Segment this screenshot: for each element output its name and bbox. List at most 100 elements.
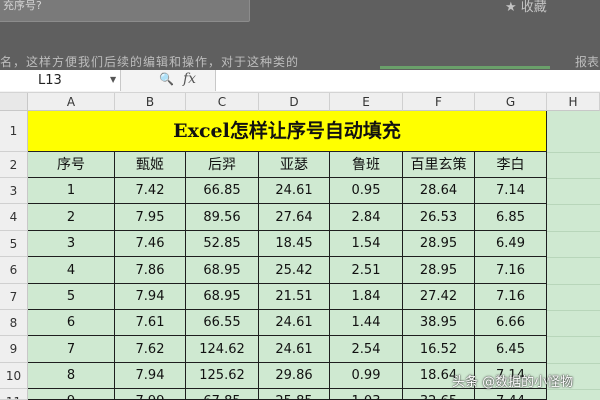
header-cell-libai[interactable]: 李白	[475, 152, 547, 178]
cell-yase[interactable]: 21.51	[259, 284, 330, 310]
favorite-link[interactable]: ★ 收藏	[505, 0, 547, 15]
row-header-8[interactable]: 8	[0, 310, 28, 336]
cell-zhenji[interactable]: 7.62	[115, 336, 186, 363]
row-header-7[interactable]: 7	[0, 284, 28, 310]
cell-baili[interactable]: 38.95	[403, 310, 475, 336]
gridline	[547, 204, 600, 205]
cell-luban[interactable]: 0.95	[330, 178, 403, 204]
cell-houyi[interactable]: 89.56	[186, 204, 259, 231]
sheet-title-cell[interactable]: Excel怎样让序号自动填充	[28, 111, 547, 152]
row-header-11[interactable]: 11	[0, 389, 28, 400]
row-header-10[interactable]: 10	[0, 363, 28, 389]
column-header-a[interactable]: A	[28, 93, 115, 111]
cell-luban[interactable]: 2.51	[330, 257, 403, 284]
cell-zhenji[interactable]: 7.61	[115, 310, 186, 336]
cell-baili[interactable]: 27.42	[403, 284, 475, 310]
cell-yase[interactable]: 25.42	[259, 257, 330, 284]
cell-libai[interactable]: 7.16	[475, 257, 547, 284]
cell-houyi[interactable]: 52.85	[186, 231, 259, 257]
header-cell-baili[interactable]: 百里玄策	[403, 152, 475, 178]
cell-baili[interactable]: 26.53	[403, 204, 475, 231]
cell-houyi[interactable]: 67.85	[186, 389, 259, 400]
cell-houyi[interactable]: 66.55	[186, 310, 259, 336]
cell-zhenji[interactable]: 7.94	[115, 284, 186, 310]
header-cell-zhenji[interactable]: 甄姬	[115, 152, 186, 178]
row-header-5[interactable]: 5	[0, 231, 28, 257]
progress-accent	[380, 66, 550, 69]
cell-seq[interactable]: 5	[28, 284, 115, 310]
row-header-9[interactable]: 9	[0, 336, 28, 363]
cell-yase[interactable]: 29.86	[259, 363, 330, 389]
cell-seq[interactable]: 7	[28, 336, 115, 363]
cell-luban[interactable]: 1.84	[330, 284, 403, 310]
cell-seq[interactable]: 4	[28, 257, 115, 284]
row-header-3[interactable]: 3	[0, 178, 28, 204]
cell-houyi[interactable]: 68.95	[186, 257, 259, 284]
cell-zhenji[interactable]: 7.42	[115, 178, 186, 204]
cell-yase[interactable]: 25.85	[259, 389, 330, 400]
chevron-down-icon[interactable]: ▼	[110, 75, 116, 84]
cell-seq[interactable]: 3	[28, 231, 115, 257]
cell-seq[interactable]: 6	[28, 310, 115, 336]
cell-houyi[interactable]: 125.62	[186, 363, 259, 389]
row-header-1[interactable]: 1	[0, 111, 28, 152]
gridline	[547, 284, 600, 285]
cell-seq[interactable]: 8	[28, 363, 115, 389]
column-header-h[interactable]: H	[547, 93, 600, 111]
cell-libai[interactable]: 7.44	[475, 389, 547, 400]
article-text-right: 报表	[575, 55, 600, 69]
cell-baili[interactable]: 32.65	[403, 389, 475, 400]
cell-zhenji[interactable]: 7.94	[115, 363, 186, 389]
cell-libai[interactable]: 7.16	[475, 284, 547, 310]
cell-yase[interactable]: 24.61	[259, 178, 330, 204]
cell-baili[interactable]: 16.52	[403, 336, 475, 363]
cell-luban[interactable]: 1.54	[330, 231, 403, 257]
cell-luban[interactable]: 0.99	[330, 363, 403, 389]
cell-luban[interactable]: 2.54	[330, 336, 403, 363]
cell-baili[interactable]: 28.64	[403, 178, 475, 204]
column-header-c[interactable]: C	[186, 93, 259, 111]
cell-houyi[interactable]: 66.85	[186, 178, 259, 204]
column-header-f[interactable]: F	[403, 93, 475, 111]
row-header-6[interactable]: 6	[0, 257, 28, 284]
fx-icon[interactable]: fx	[183, 71, 196, 87]
cell-seq[interactable]: 2	[28, 204, 115, 231]
cell-libai[interactable]: 6.66	[475, 310, 547, 336]
zoom-icon[interactable]: 🔍	[159, 72, 174, 86]
cell-zhenji[interactable]: 7.99	[115, 389, 186, 400]
column-header-e[interactable]: E	[330, 93, 403, 111]
column-header-b[interactable]: B	[115, 93, 186, 111]
cell-zhenji[interactable]: 7.46	[115, 231, 186, 257]
cell-yase[interactable]: 27.64	[259, 204, 330, 231]
cell-libai[interactable]: 7.14	[475, 178, 547, 204]
cell-luban[interactable]: 2.84	[330, 204, 403, 231]
cell-libai[interactable]: 6.45	[475, 336, 547, 363]
name-box[interactable]: L13 ▼	[0, 70, 121, 91]
row-header-2[interactable]: 2	[0, 152, 28, 178]
cell-luban[interactable]: 1.44	[330, 310, 403, 336]
cell-zhenji[interactable]: 7.86	[115, 257, 186, 284]
cell-baili[interactable]: 28.95	[403, 257, 475, 284]
cell-seq[interactable]: 9	[28, 389, 115, 400]
header-cell-luban[interactable]: 鲁班	[330, 152, 403, 178]
cell-zhenji[interactable]: 7.95	[115, 204, 186, 231]
formula-input[interactable]	[215, 70, 600, 91]
header-cell-yase[interactable]: 亚瑟	[259, 152, 330, 178]
row-header-4[interactable]: 4	[0, 204, 28, 231]
cell-yase[interactable]: 24.61	[259, 310, 330, 336]
header-cell-seq[interactable]: 序号	[28, 152, 115, 178]
cell-luban[interactable]: 1.03	[330, 389, 403, 400]
column-header-g[interactable]: G	[475, 93, 547, 111]
cell-baili[interactable]: 28.95	[403, 231, 475, 257]
cell-houyi[interactable]: 68.95	[186, 284, 259, 310]
search-box[interactable]: 充序号?	[0, 0, 250, 22]
select-all-corner[interactable]	[0, 93, 28, 111]
column-header-d[interactable]: D	[259, 93, 330, 111]
cell-yase[interactable]: 24.61	[259, 336, 330, 363]
cell-houyi[interactable]: 124.62	[186, 336, 259, 363]
header-cell-houyi[interactable]: 后羿	[186, 152, 259, 178]
cell-libai[interactable]: 6.49	[475, 231, 547, 257]
cell-seq[interactable]: 1	[28, 178, 115, 204]
cell-yase[interactable]: 18.45	[259, 231, 330, 257]
cell-libai[interactable]: 6.85	[475, 204, 547, 231]
